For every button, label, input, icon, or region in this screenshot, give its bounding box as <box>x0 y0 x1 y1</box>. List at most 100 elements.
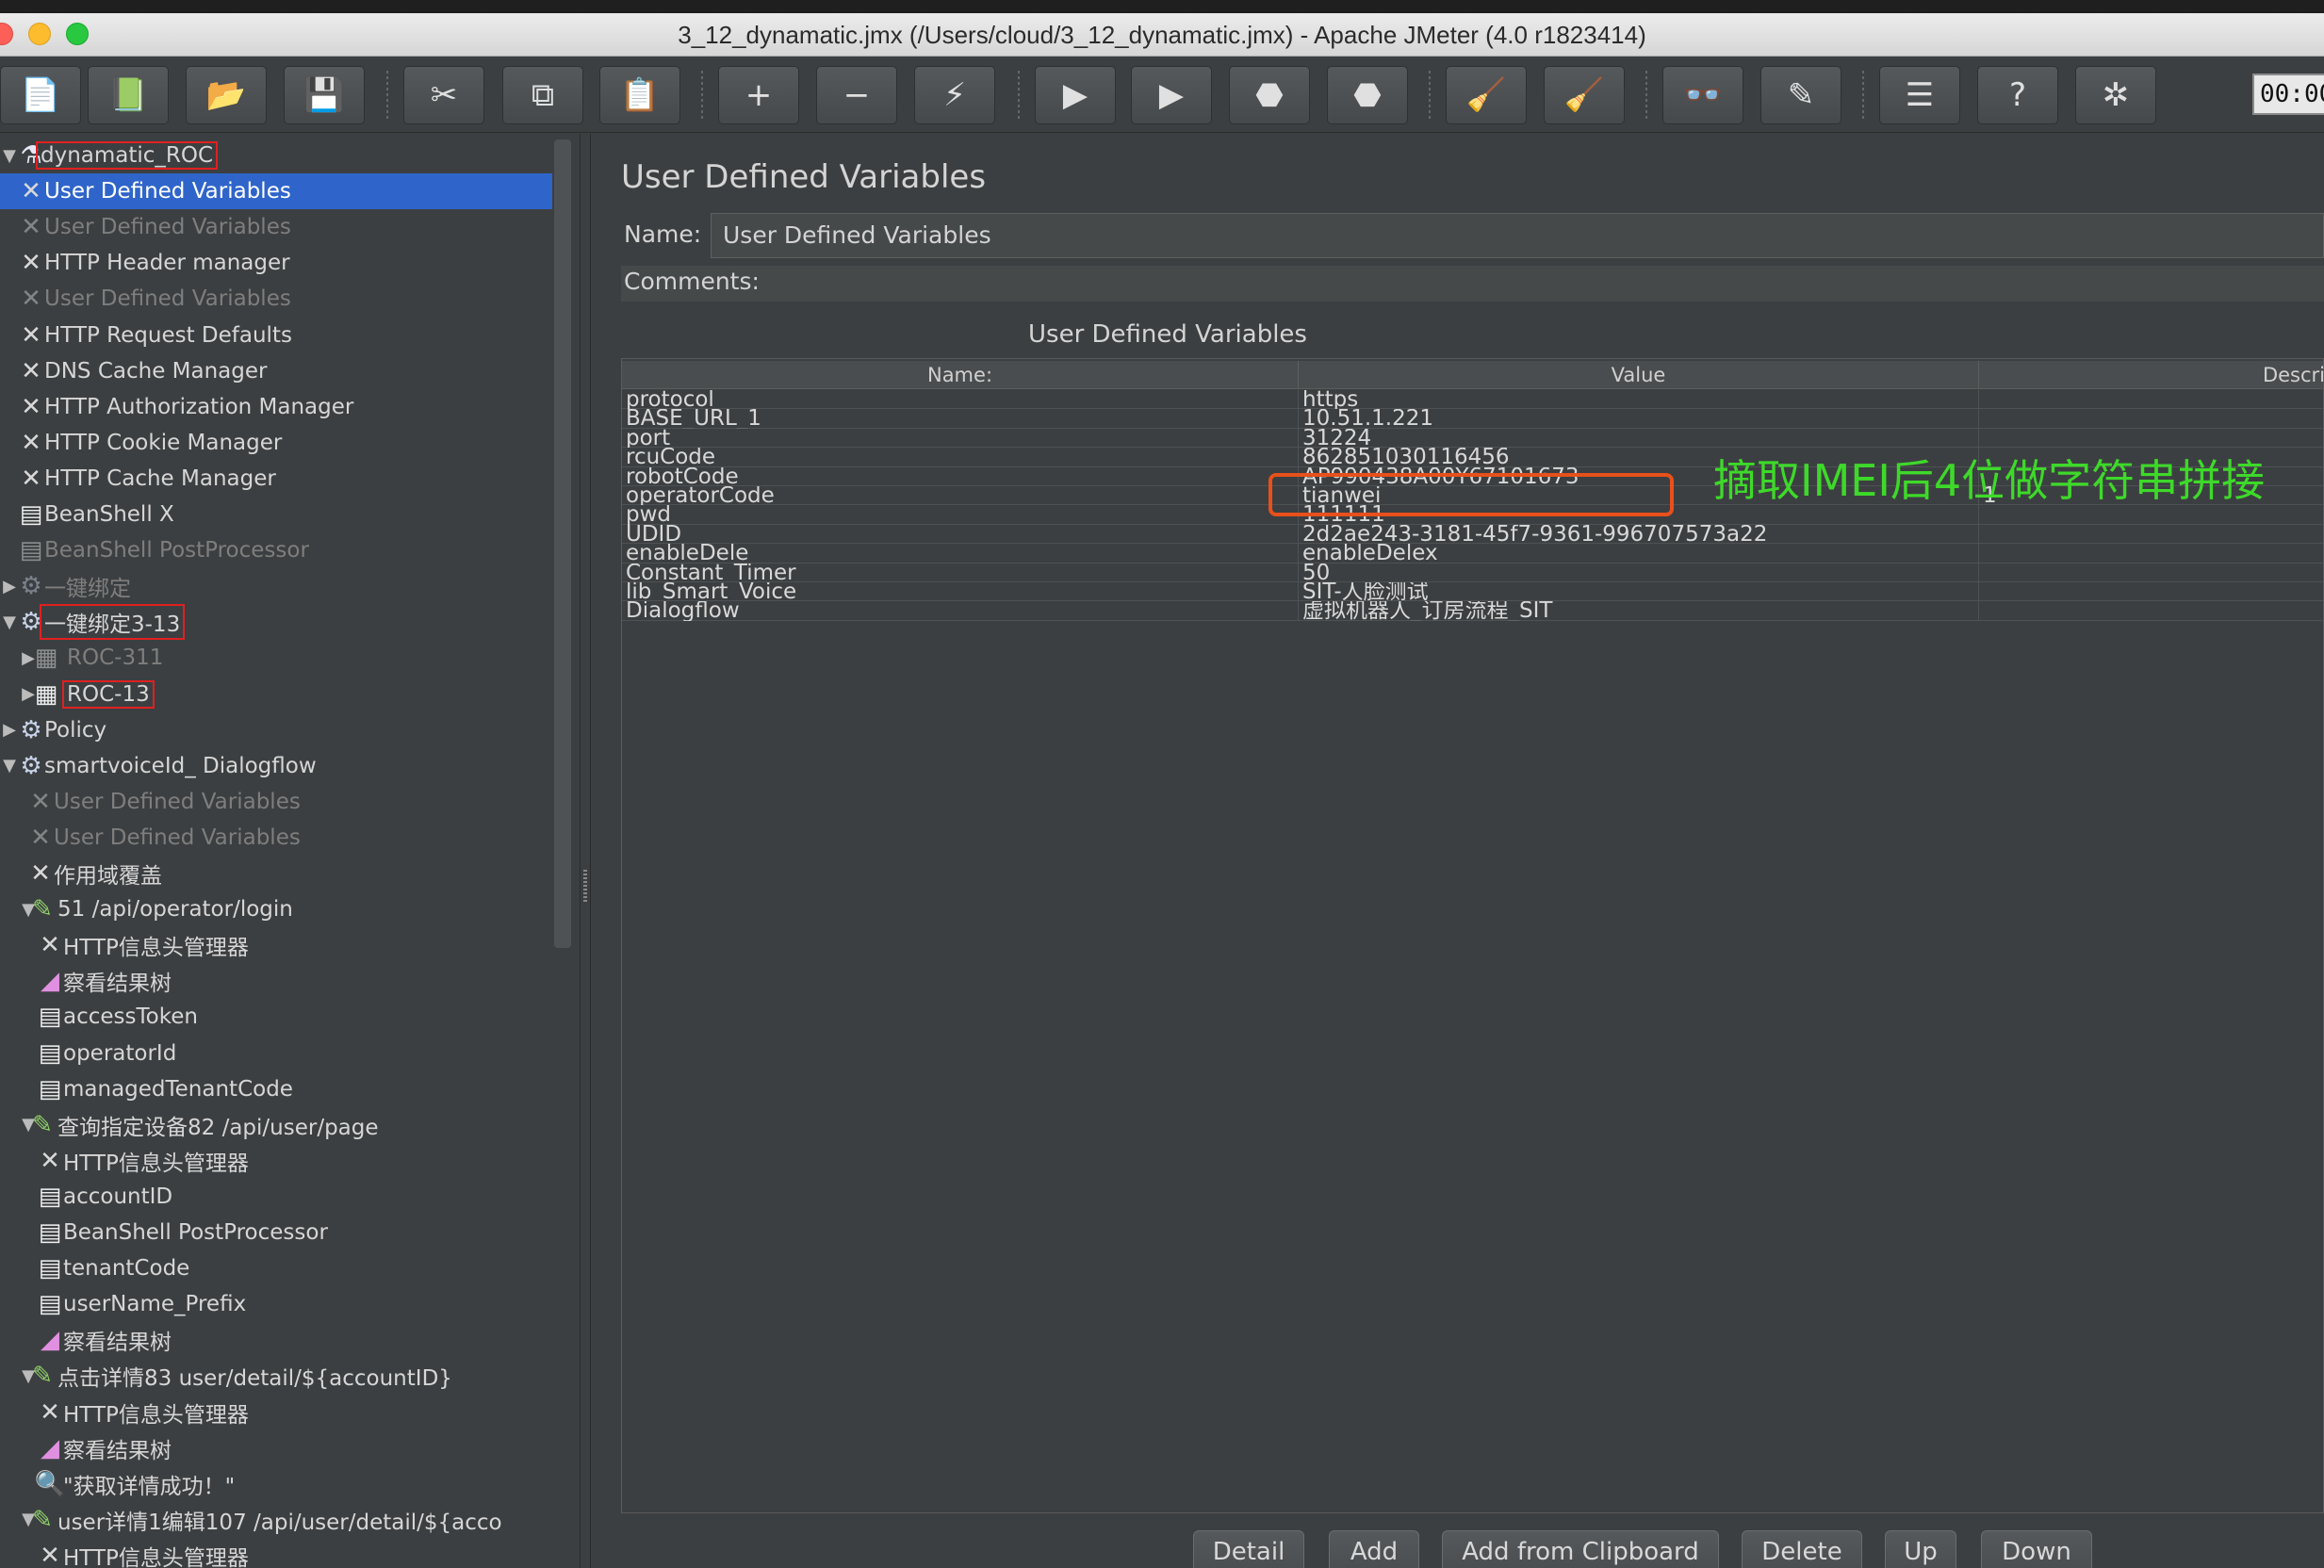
tree-node[interactable]: ▼ ✎ 51 /api/operator/login <box>0 891 552 927</box>
collapsed-toggle-icon[interactable]: ▶ <box>0 720 19 740</box>
tree-node[interactable]: ▤ accessToken <box>0 999 552 1035</box>
variable-name-cell[interactable]: robotCode <box>622 466 1299 486</box>
down-button[interactable]: Down <box>1981 1530 2092 1568</box>
table-row[interactable]: protocol https <box>622 390 2323 410</box>
tree-node[interactable]: ▤ BeanShell PostProcessor <box>0 1215 552 1250</box>
variable-description-cell[interactable] <box>1979 429 2323 448</box>
detail-button[interactable]: Detail <box>1193 1530 1304 1568</box>
variable-name-cell[interactable]: BASE_URL_1 <box>622 409 1299 429</box>
tree-node[interactable]: ▼ ⚙ 一键绑定3-13 <box>0 604 552 641</box>
expanded-toggle-icon[interactable]: ▼ <box>0 146 19 166</box>
variable-description-cell[interactable] <box>1979 409 2323 428</box>
tree-node[interactable]: ✕ HTTP Cache Manager <box>0 461 552 497</box>
tree-node[interactable]: ◢ 察看结果树 <box>0 1322 552 1358</box>
help-button[interactable]: ? <box>1977 66 2058 124</box>
variable-description-cell[interactable] <box>1979 390 2323 409</box>
tree-node[interactable]: ▶ ▦ ROC-311 <box>0 640 552 676</box>
tree-node[interactable]: ✕ User Defined Variables <box>0 784 552 820</box>
variable-value-cell[interactable]: 10.51.1.221 <box>1299 409 1979 429</box>
tree-node[interactable]: ▶ ▦ ROC-13 <box>0 677 552 712</box>
test-plan-tree[interactable]: ▼ ⚗ dynamatic_ROC ✕ User Defined Variables ✕ U… <box>0 134 580 1568</box>
column-header-description[interactable]: Descri <box>1979 361 2323 389</box>
clear-button[interactable]: 🧹 <box>1446 66 1527 124</box>
column-header-name[interactable]: Name: <box>622 361 1299 389</box>
variable-name-cell[interactable]: rcuCode <box>622 448 1299 467</box>
start-no-pauses-button[interactable]: ▶ <box>1131 66 1212 124</box>
tree-node[interactable]: 🔍 "获取详情成功！" <box>0 1466 552 1502</box>
tree-node[interactable]: ▤ operatorId <box>0 1036 552 1071</box>
variable-name-cell[interactable]: Dialogflow <box>622 601 1299 621</box>
stop-button[interactable]: ⬣ <box>1229 66 1310 124</box>
tree-node[interactable]: ✕ HTTP信息头管理器 <box>0 1395 552 1430</box>
variable-name-cell[interactable]: pwd <box>622 505 1299 525</box>
tree-node[interactable]: ✕ DNS Cache Manager <box>0 353 552 389</box>
new-button[interactable]: 📄 <box>0 66 81 124</box>
variable-description-cell[interactable] <box>1979 544 2323 563</box>
clear-all-button[interactable]: 🧹 <box>1544 66 1625 124</box>
pane-splitter[interactable] <box>580 134 591 1568</box>
tree-node[interactable]: ✕ User Defined Variables <box>0 281 552 317</box>
table-row[interactable]: Dialogflow 虚拟机器人_订房流程_SIT <box>622 601 2323 621</box>
variable-value-cell[interactable]: 虚拟机器人_订房流程_SIT <box>1299 601 1979 621</box>
remote-button[interactable]: ✲ <box>2075 66 2156 124</box>
variable-name-cell[interactable]: Constant_Timer <box>622 563 1299 582</box>
tree-node[interactable]: ✕ User Defined Variables <box>0 209 552 245</box>
tree-node[interactable]: ✕ HTTP Cookie Manager <box>0 425 552 461</box>
table-row[interactable]: port 31224 <box>622 428 2323 449</box>
tree-node[interactable]: ✕ User Defined Variables <box>0 820 552 856</box>
tree-node[interactable]: ✕ HTTP Authorization Manager <box>0 389 552 425</box>
table-row[interactable]: enableDele enableDelex <box>622 544 2323 564</box>
table-row[interactable]: UDID 2d2ae243-3181-45f7-9361-996707573a22 <box>622 524 2323 545</box>
tree-node[interactable]: ▤ userName_Prefix <box>0 1286 552 1322</box>
expanded-toggle-icon[interactable]: ▼ <box>0 756 19 776</box>
start-button[interactable]: ▶ <box>1035 66 1116 124</box>
paste-button[interactable]: 📋 <box>599 66 680 124</box>
tree-node[interactable]: ▼ ✎ user详情1编辑107 /api/user/detail/${acco <box>0 1502 552 1538</box>
tree-node[interactable]: ▼ ⚗ dynamatic_ROC <box>0 138 552 173</box>
name-field[interactable]: User Defined Variables <box>711 213 2324 258</box>
tree-node[interactable]: ▤ accountID <box>0 1179 552 1215</box>
save-button[interactable]: 💾 <box>284 66 365 124</box>
tree-node[interactable]: ✕ HTTP信息头管理器 <box>0 1143 552 1179</box>
templates-button[interactable]: 📗 <box>88 66 169 124</box>
add-from-clipboard-button[interactable]: Add from Clipboard <box>1442 1530 1719 1568</box>
tree-node[interactable]: ▼ ✎ 查询指定设备82 /api/user/page <box>0 1107 552 1143</box>
variable-value-cell[interactable]: 2d2ae243-3181-45f7-9361-996707573a22 <box>1299 524 1979 545</box>
variable-name-cell[interactable]: UDID <box>622 524 1299 545</box>
open-button[interactable]: 📂 <box>186 66 267 124</box>
tree-node[interactable]: ◢ 察看结果树 <box>0 963 552 999</box>
tree-node[interactable]: ✕ HTTP信息头管理器 <box>0 1538 552 1568</box>
variable-name-cell[interactable]: port <box>622 428 1299 449</box>
expanded-toggle-icon[interactable]: ▼ <box>0 612 19 632</box>
function-helper-button[interactable]: ☰ <box>1879 66 1960 124</box>
tree-node[interactable]: ▼ ⚙ smartvoiceId_ Dialogflow <box>0 748 552 784</box>
cut-button[interactable]: ✂ <box>403 66 484 124</box>
variable-description-cell[interactable] <box>1979 564 2323 582</box>
variable-description-cell[interactable] <box>1979 601 2323 620</box>
search-button[interactable]: 👓 <box>1662 66 1743 124</box>
table-row[interactable]: Constant_Timer 50 <box>622 563 2323 582</box>
delete-button[interactable]: Delete <box>1742 1530 1862 1568</box>
expand-button[interactable]: + <box>718 66 799 124</box>
tree-node[interactable]: ▤ managedTenantCode <box>0 1071 552 1107</box>
toggle-button[interactable]: ⚡ <box>914 66 995 124</box>
copy-button[interactable]: ⧉ <box>502 66 583 124</box>
variable-value-cell[interactable]: enableDelex <box>1299 544 1979 564</box>
tree-node[interactable]: ✕ User Defined Variables <box>0 173 552 209</box>
variable-value-cell[interactable]: SIT-人脸测试 <box>1299 582 1979 602</box>
variable-value-cell[interactable]: https <box>1299 390 1979 410</box>
variable-value-cell[interactable]: 50 <box>1299 563 1979 582</box>
tree-node[interactable]: ▶ ⚙ 一键绑定 <box>0 568 552 604</box>
up-button[interactable]: Up <box>1885 1530 1956 1568</box>
table-row[interactable]: BASE_URL_1 10.51.1.221 <box>622 409 2323 429</box>
tree-node[interactable]: ▤ tenantCode <box>0 1250 552 1286</box>
reset-search-button[interactable]: ✎ <box>1760 66 1841 124</box>
collapsed-toggle-icon[interactable]: ▶ <box>0 577 19 596</box>
shutdown-button[interactable]: ⬣ <box>1327 66 1408 124</box>
table-row[interactable]: lib_Smart_Voice SIT-人脸测试 <box>622 582 2323 602</box>
tree-node[interactable]: ▼ ✎ 点击详情83 user/detail/${accountID} <box>0 1358 552 1394</box>
variable-name-cell[interactable]: protocol <box>622 390 1299 410</box>
tree-node[interactable]: ✕ 作用域覆盖 <box>0 856 552 891</box>
variable-name-cell[interactable]: enableDele <box>622 544 1299 564</box>
tree-scrollbar[interactable] <box>554 139 571 948</box>
